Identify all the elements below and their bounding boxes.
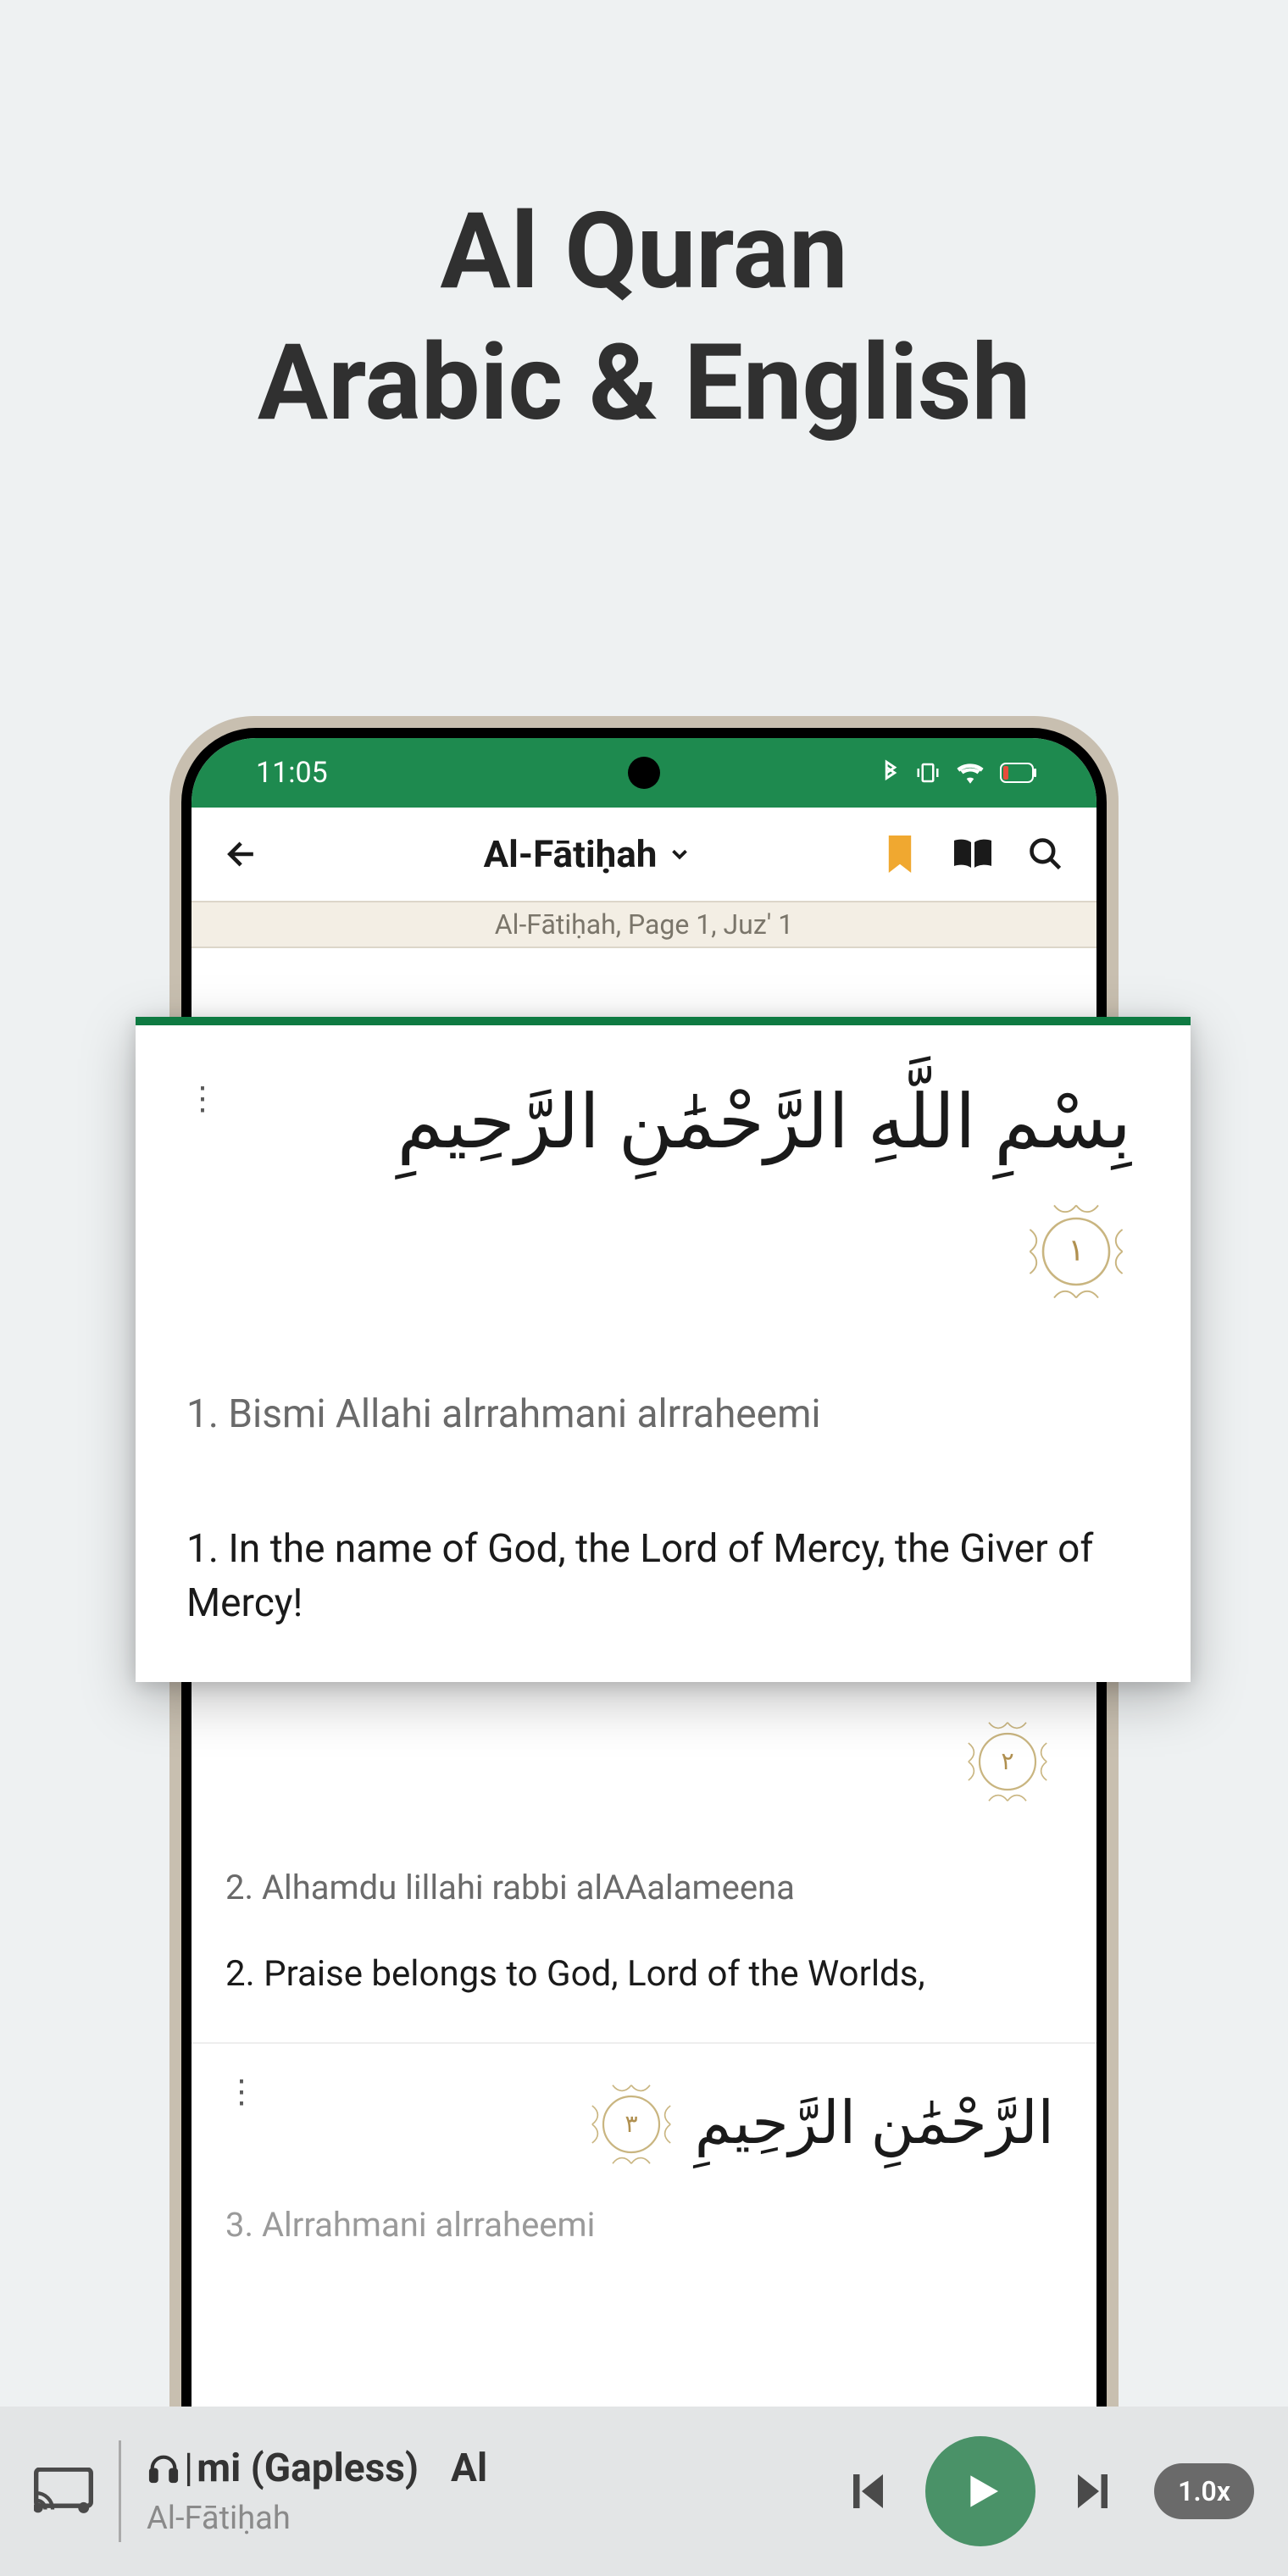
promo-line-2: Arabic & English <box>0 318 1288 449</box>
cast-button[interactable] <box>34 2468 93 2515</box>
speed-label: 1.0x <box>1178 2475 1230 2507</box>
cast-icon <box>34 2468 93 2515</box>
wifi-icon <box>956 762 985 784</box>
verse-number-marker: ١ <box>1021 1196 1131 1307</box>
player-info[interactable]: | mi (Gapless) Al Al-Fātiḥah <box>147 2446 815 2537</box>
chevron-down-icon <box>667 841 692 867</box>
battery-icon <box>1000 763 1037 783</box>
svg-text:٣: ٣ <box>625 2109 637 2138</box>
search-icon <box>1027 836 1064 873</box>
speed-button[interactable]: 1.0x <box>1154 2463 1254 2519</box>
status-bar: 11:05 <box>192 738 1096 808</box>
svg-text:١: ١ <box>1068 1231 1085 1268</box>
search-button[interactable] <box>1022 830 1069 878</box>
vibrate-icon <box>915 760 941 786</box>
status-icons <box>881 759 1037 786</box>
verse-number-marker: ٢ <box>961 1715 1054 1808</box>
skip-previous-icon <box>841 2466 891 2517</box>
bluetooth-icon <box>881 759 900 786</box>
transliteration: 1. Bismi Allahi alrrahmani alrraheemi <box>186 1391 1140 1437</box>
bookmark-icon <box>885 836 915 873</box>
promo-title: Al Quran Arabic & English <box>0 186 1288 449</box>
arrow-left-icon <box>224 836 261 873</box>
breadcrumb-text: Al-Fātiḥah, Page 1, Juz' 1 <box>495 908 793 941</box>
play-icon <box>957 2468 1004 2515</box>
verse-menu[interactable]: ⋮ <box>186 1093 219 1106</box>
next-button[interactable] <box>1069 2466 1120 2517</box>
headphones-icon <box>147 2451 180 2485</box>
surah-dropdown[interactable]: Al-Fātiḥah <box>325 832 851 876</box>
previous-button[interactable] <box>841 2466 891 2517</box>
back-button[interactable] <box>219 830 266 878</box>
track-subtitle: Al-Fātiḥah <box>147 2500 815 2537</box>
transliteration: 3. Alrrahmani alrraheemi <box>225 2205 1063 2245</box>
divider <box>119 2440 121 2542</box>
book-open-icon <box>952 837 993 871</box>
player-controls: 1.0x <box>841 2436 1254 2546</box>
verse-menu[interactable]: ⋮ <box>225 2086 258 2099</box>
status-time: 11:05 <box>256 756 328 790</box>
translation: 1. In the name of God, the Lord of Mercy… <box>186 1522 1140 1631</box>
breadcrumb-bar: Al-Fātiḥah, Page 1, Juz' 1 <box>192 901 1096 948</box>
arabic-text: بِسْمِ اللَّهِ الرَّحْمَٰنِ الرَّحِيمِ <box>397 1068 1131 1180</box>
skip-next-icon <box>1069 2466 1120 2517</box>
player-bar: | mi (Gapless) Al Al-Fātiḥah 1.0x <box>0 2407 1288 2576</box>
book-button[interactable] <box>949 830 997 878</box>
verse-number-marker: ٣ <box>585 2078 678 2171</box>
track-title: | mi (Gapless) Al <box>147 2446 815 2491</box>
play-button[interactable] <box>925 2436 1035 2546</box>
transliteration: 2. Alhamdu lillahi rabbi alAAalameena <box>225 1868 1063 1907</box>
app-bar: Al-Fātiḥah <box>192 808 1096 901</box>
arabic-text: الرَّحْمَٰنِ الرَّحِيمِ <box>695 2079 1054 2168</box>
bookmark-button[interactable] <box>876 830 924 878</box>
surah-title: Al-Fātiḥah <box>484 832 658 876</box>
verse-1-highlighted[interactable]: ⋮ بِسْمِ اللَّهِ الرَّحْمَٰنِ الرَّحِيمِ… <box>136 1017 1191 1682</box>
verse-3[interactable]: ⋮ ٣ الرَّحْمَٰنِ الرَّحِيمِ 3. Alrrahman… <box>192 2044 1096 2287</box>
camera-hole <box>628 757 660 789</box>
translation: 2. Praise belongs to God, Lord of the Wo… <box>225 1950 1063 2000</box>
promo-line-1: Al Quran <box>0 186 1288 318</box>
svg-text:٢: ٢ <box>1001 1746 1013 1775</box>
